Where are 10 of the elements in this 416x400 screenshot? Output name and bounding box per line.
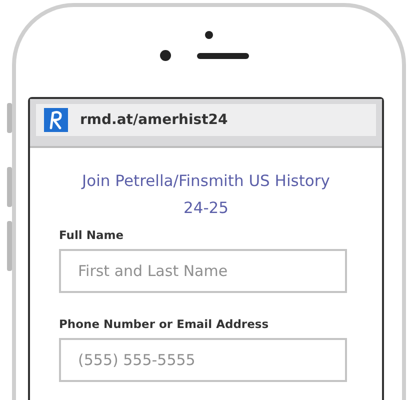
input-field[interactable]: (555) 555-5555 [59, 338, 347, 382]
logo-icon [44, 108, 68, 132]
form-title: Join Petrella/Finsmith US History 24-25 [80, 171, 331, 219]
field-label: Phone Number or Email Address [59, 317, 270, 331]
input-field[interactable]: First and Last Name [59, 249, 347, 293]
field-label: Full Name [59, 228, 125, 242]
sensor-icon [160, 50, 170, 61]
url-field[interactable]: rmd.at/amerhist24 [36, 104, 376, 136]
speaker-icon [196, 52, 248, 58]
camera-icon [205, 31, 213, 39]
